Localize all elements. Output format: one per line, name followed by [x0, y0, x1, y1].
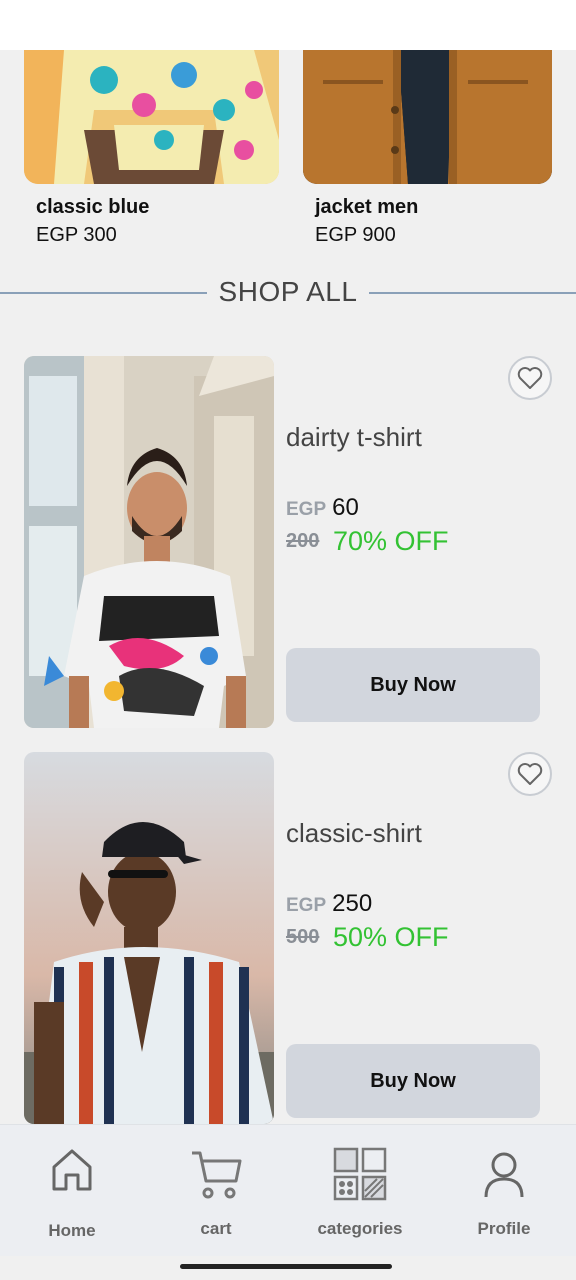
featured-image[interactable] [24, 50, 279, 184]
cart-icon [192, 1151, 242, 1199]
featured-card-jacket-men[interactable] [303, 50, 552, 184]
favorite-button[interactable] [508, 752, 552, 796]
featured-name: jacket men [315, 196, 419, 218]
nav-item-profile[interactable]: Profile [432, 1125, 576, 1257]
bottom-navigation: Home cart categories Profile [0, 1124, 576, 1256]
section-heading: SHOP ALL [0, 276, 576, 310]
product-card: classic-shirt EGP 250 500 50% OFF Buy Now [0, 752, 576, 1124]
currency: EGP [286, 499, 327, 520]
product-card: dairty t-shirt EGP 60 200 70% OFF Buy Now [0, 356, 576, 728]
nav-item-categories[interactable]: categories [288, 1125, 432, 1257]
home-indicator [180, 1264, 392, 1269]
heart-icon [517, 367, 543, 389]
nav-item-home[interactable]: Home [0, 1125, 144, 1257]
categories-icon [333, 1147, 387, 1201]
nav-item-cart[interactable]: cart [144, 1125, 288, 1257]
featured-name: classic blue [36, 196, 150, 218]
home-icon [52, 1149, 92, 1191]
heart-icon [517, 763, 543, 785]
product-image[interactable] [24, 356, 274, 728]
product-image[interactable] [24, 752, 274, 1124]
section-title: SHOP ALL [0, 276, 576, 308]
featured-price: EGP 900 [315, 224, 396, 246]
profile-icon [484, 1152, 524, 1198]
discount-label: 70% OFF [333, 526, 449, 556]
featured-price: EGP 300 [36, 224, 117, 246]
nav-label: Home [48, 1221, 96, 1240]
status-bar [0, 0, 576, 50]
nav-label: categories [317, 1219, 403, 1238]
currency: EGP [286, 895, 327, 916]
discount-label: 50% OFF [333, 922, 449, 952]
product-price: EGP 60 [286, 494, 359, 522]
featured-card-classic-blue[interactable] [24, 50, 279, 184]
favorite-button[interactable] [508, 356, 552, 400]
nav-label: cart [200, 1219, 232, 1238]
price-value: 60 [332, 494, 359, 521]
product-price: EGP 250 [286, 890, 372, 918]
old-price: 200 [286, 530, 320, 552]
price-value: 250 [332, 890, 373, 917]
featured-image[interactable] [303, 50, 552, 184]
nav-label: Profile [477, 1219, 531, 1238]
old-price: 500 [286, 926, 320, 948]
buy-now-button[interactable]: Buy Now [286, 648, 540, 722]
product-name: dairty t-shirt [286, 422, 422, 452]
product-name: classic-shirt [286, 818, 422, 848]
buy-now-button[interactable]: Buy Now [286, 1044, 540, 1118]
